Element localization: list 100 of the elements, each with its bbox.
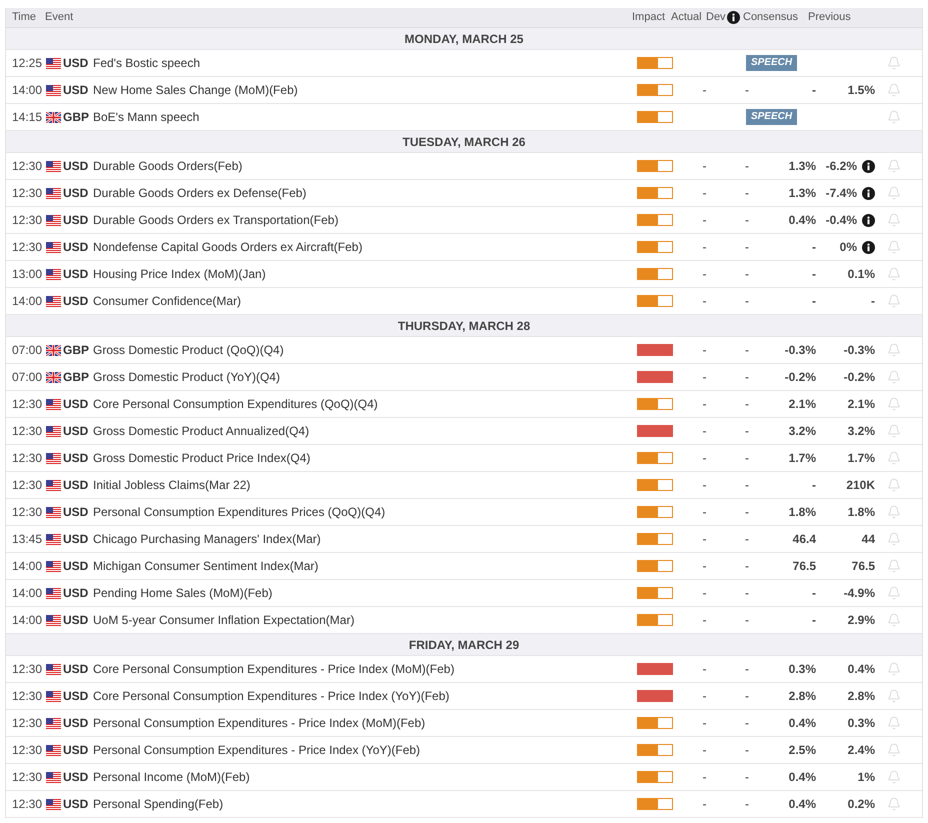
currency-code: USD bbox=[63, 450, 90, 467]
event-name[interactable]: UoM 5-year Consumer Inflation Expectation(Mar) bbox=[93, 611, 354, 629]
previous-value: 1.5% bbox=[848, 82, 875, 99]
event-name[interactable]: Personal Spending(Feb) bbox=[93, 795, 224, 813]
bell-icon[interactable] bbox=[887, 56, 901, 70]
deviation-value: - bbox=[744, 266, 750, 283]
event-name[interactable]: Gross Domestic Product Price Index(Q4) bbox=[93, 449, 310, 467]
consensus-value: 3.2% bbox=[788, 423, 816, 440]
event-time: 12:30 bbox=[12, 477, 44, 494]
currency-code: USD bbox=[63, 212, 90, 229]
event-name[interactable]: Consumer Confidence(Mar) bbox=[93, 292, 242, 310]
bell-icon[interactable] bbox=[887, 586, 901, 600]
event-name[interactable]: Gross Domestic Product (YoY)(Q4) bbox=[93, 368, 280, 386]
event-time: 07:00 bbox=[12, 369, 44, 386]
info-icon[interactable] bbox=[727, 11, 740, 24]
previous-value: 2.9% bbox=[848, 612, 875, 629]
previous-value: -0.4% bbox=[826, 212, 857, 229]
event-name[interactable]: New Home Sales Change (MoM)(Feb) bbox=[93, 81, 298, 99]
bell-icon[interactable] bbox=[887, 343, 901, 357]
bell-icon[interactable] bbox=[887, 397, 901, 411]
impact-bar bbox=[637, 560, 673, 572]
info-icon[interactable] bbox=[862, 240, 875, 254]
event-name[interactable]: Gross Domestic Product Annualized(Q4) bbox=[93, 422, 310, 440]
event-name[interactable]: Housing Price Index (MoM)(Jan) bbox=[93, 265, 266, 283]
event-name[interactable]: Core Personal Consumption Expenditures - Price Index (YoY)(Feb) bbox=[93, 687, 450, 705]
info-icon[interactable] bbox=[862, 186, 875, 200]
bell-icon[interactable] bbox=[887, 240, 901, 254]
consensus-value: 1.3% bbox=[788, 185, 816, 202]
deviation-value: - bbox=[744, 239, 750, 256]
impact-bar bbox=[637, 160, 673, 172]
event-name[interactable]: Durable Goods Orders ex Transportation(Feb) bbox=[93, 211, 338, 229]
impact-bar bbox=[637, 371, 673, 383]
currency-code: USD bbox=[63, 558, 90, 575]
event-name[interactable]: Personal Consumption Expenditures - Price Index (MoM)(Feb) bbox=[93, 714, 426, 732]
actual-value: - bbox=[702, 185, 708, 202]
bell-icon[interactable] bbox=[887, 186, 901, 200]
event-name[interactable]: Gross Domestic Product (QoQ)(Q4) bbox=[93, 341, 284, 359]
event-time: 14:00 bbox=[12, 558, 44, 575]
impact-bar bbox=[637, 798, 673, 810]
bell-icon[interactable] bbox=[887, 689, 901, 703]
bell-icon[interactable] bbox=[887, 159, 901, 173]
event-name[interactable]: Core Personal Consumption Expenditures (QoQ)(Q4) bbox=[93, 395, 378, 413]
consensus-value: 1.3% bbox=[788, 158, 816, 175]
info-icon[interactable] bbox=[862, 214, 875, 226]
event-name[interactable]: Initial Jobless Claims(Mar 22) bbox=[93, 476, 250, 494]
previous-value: -0.3% bbox=[844, 342, 875, 359]
event-time: 12:30 bbox=[12, 504, 44, 521]
previous-value: 2.1% bbox=[848, 396, 875, 413]
consensus-value: 0.4% bbox=[788, 796, 816, 813]
bell-icon[interactable] bbox=[887, 613, 901, 627]
event-name[interactable]: BoE's Mann speech bbox=[93, 108, 200, 126]
consensus-value: - bbox=[811, 293, 816, 310]
currency-code: USD bbox=[63, 504, 90, 521]
consensus-value: 2.1% bbox=[788, 396, 816, 413]
info-icon[interactable] bbox=[862, 160, 875, 172]
bell-icon[interactable] bbox=[887, 532, 901, 546]
bell-icon[interactable] bbox=[887, 213, 901, 227]
bell-icon[interactable] bbox=[887, 451, 901, 465]
bell-icon[interactable] bbox=[887, 110, 901, 124]
bell-icon[interactable] bbox=[887, 770, 901, 784]
previous-value: 0.1% bbox=[848, 266, 875, 283]
currency-code: USD bbox=[63, 477, 90, 494]
actual-value: - bbox=[702, 796, 708, 813]
bell-icon[interactable] bbox=[887, 294, 901, 308]
bell-icon[interactable] bbox=[887, 478, 901, 492]
currency-code: USD bbox=[63, 796, 90, 813]
event-time: 14:00 bbox=[12, 82, 44, 99]
event-time: 12:30 bbox=[12, 158, 44, 175]
event-name[interactable]: Fed's Bostic speech bbox=[93, 54, 200, 72]
consensus-value: - bbox=[811, 239, 816, 256]
bell-icon[interactable] bbox=[887, 559, 901, 573]
event-time: 12:30 bbox=[12, 661, 44, 678]
event-name[interactable]: Durable Goods Orders ex Defense(Feb) bbox=[93, 184, 306, 202]
bell-icon[interactable] bbox=[887, 505, 901, 519]
bell-icon[interactable] bbox=[887, 370, 901, 384]
day-header: MONDAY, MARCH 25 bbox=[404, 30, 524, 48]
event-name[interactable]: Michigan Consumer Sentiment Index(Mar) bbox=[93, 557, 318, 575]
event-name[interactable]: Nondefense Capital Goods Orders ex Aircraft(Feb) bbox=[93, 238, 362, 256]
event-name[interactable]: Personal Consumption Expenditures - Price Index (YoY)(Feb) bbox=[93, 741, 420, 759]
previous-value: 0% bbox=[840, 239, 857, 256]
bell-icon[interactable] bbox=[887, 424, 901, 438]
event-name[interactable]: Chicago Purchasing Managers' Index(Mar) bbox=[93, 530, 321, 548]
bell-icon[interactable] bbox=[887, 83, 901, 97]
event-name[interactable]: Core Personal Consumption Expenditures - Price Index (MoM)(Feb) bbox=[93, 660, 454, 678]
actual-value: - bbox=[702, 742, 708, 759]
event-name[interactable]: Personal Consumption Expenditures Prices (QoQ)(Q4) bbox=[93, 503, 386, 521]
bell-icon[interactable] bbox=[887, 797, 901, 811]
bell-icon[interactable] bbox=[887, 743, 901, 757]
impact-bar bbox=[637, 57, 673, 69]
event-time: 12:30 bbox=[12, 715, 44, 732]
deviation-value: - bbox=[744, 396, 750, 413]
deviation-value: - bbox=[744, 558, 750, 575]
bell-icon[interactable] bbox=[887, 716, 901, 730]
event-name[interactable]: Durable Goods Orders(Feb) bbox=[93, 157, 242, 175]
currency-code: USD bbox=[63, 742, 90, 759]
deviation-value: - bbox=[744, 158, 750, 175]
event-name[interactable]: Personal Income (MoM)(Feb) bbox=[93, 768, 250, 786]
bell-icon[interactable] bbox=[887, 267, 901, 281]
event-name[interactable]: Pending Home Sales (MoM)(Feb) bbox=[93, 584, 272, 602]
bell-icon[interactable] bbox=[887, 662, 901, 676]
